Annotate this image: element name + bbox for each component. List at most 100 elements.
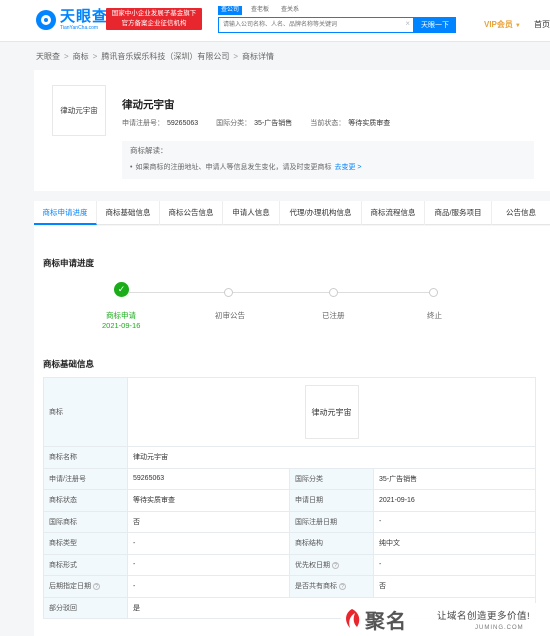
vip-label: VIP会员 [484,20,513,29]
juming-watermark: 聚名 让域名创造更多价值! JUMING.COM [341,603,550,636]
site-logo[interactable]: 天眼查 TianYanCha.com [36,9,108,31]
watermark-url: JUMING.COM [475,625,524,631]
breadcrumb-separator: > [92,52,98,61]
cell-key: 后期指定日期 [49,583,91,591]
tab-basic-info[interactable]: 商标基础信息 [97,201,160,225]
basic-section-title: 商标基础信息 [43,359,95,369]
reg-no-label: 申请注册号： [122,120,164,127]
cell-value: 否 [127,510,290,533]
step-label-prelim: 初审公告 [215,311,245,320]
search-input[interactable] [218,17,414,33]
trademark-image: 律动元宇宙 [304,385,359,439]
search-button[interactable]: 天眼一下 [414,17,456,33]
promo-banner[interactable]: 国家中小企业发展子基金旗下 官方备案企业征信机构 [106,8,202,30]
table-row: 商标名称 律动元宇宙 [43,446,537,469]
home-link[interactable]: 首页 [534,19,550,30]
cell-value: 否 [372,575,537,598]
content-panel: 商标申请进度 ✓ 商标申请 2021-09-16 初审公告 已注册 终止 商标基… [34,226,550,636]
trademark-summary-card: 律动元宇宙 律动元宇宙 申请注册号： 59265063 国际分类： 35-广告销售 … [34,70,550,191]
reg-no-value: 59265063 [167,120,199,127]
cell-key: 商标结构 [289,532,374,555]
cell-value: 35-广告销售 [372,467,537,490]
breadcrumb-current: 商标详情 [242,52,275,61]
explain-text: 如果商标的注册地址、申请人等信息发生变化，请及时变更商标 [135,164,332,171]
caret-down-icon: ▼ [514,23,521,29]
trademark-explain-box: 商标解读： • 如果商标的注册地址、申请人等信息发生变化，请及时变更商标 去变更 > [122,141,534,179]
breadcrumb-separator: > [233,52,239,61]
class-value: 35-广告销售 [254,120,293,127]
progress-node [429,288,438,297]
promo-line-1: 国家中小企业发展子基金旗下 [111,10,197,17]
eye-logo-icon [36,10,56,30]
image-label: 商标 [43,377,128,447]
cell-key: 是否共有商标 [295,583,337,591]
detail-tabs: 商标申请进度 商标基础信息 商标公告信息 申请人信息 代理/办理机构信息 商标流… [34,201,550,225]
change-link[interactable]: 去变更 > [334,164,361,171]
progress-line [338,292,429,293]
table-row: 商标形式 - 优先权日期? - [43,553,537,576]
explain-title: 商标解读： [130,146,168,155]
cell-key: 商标类型 [43,532,128,555]
cell-key: 商标形式 [49,561,77,569]
help-icon[interactable]: ? [332,561,339,569]
cell-value: 2021-09-16 [372,489,537,512]
watermark-logo-text: 聚名 [365,611,407,633]
tab-notice-info[interactable]: 公告信息 [492,201,550,225]
search-tab-boss[interactable]: 查老板 [248,6,272,15]
trademark-meta: 申请注册号： 59265063 国际分类： 35-广告销售 当前状态： 等待实质审查 [122,118,408,128]
cell-key: 国际注册日期 [289,510,374,533]
help-icon[interactable]: ? [339,583,346,591]
trademark-name: 律动元宇宙 [122,99,175,111]
basic-info-table: 商标 律动元宇宙 商标名称 律动元宇宙 申请/注册号 59265063 国际分类… [43,377,537,619]
breadcrumb-trademark[interactable]: 商标 [73,52,89,61]
trademark-image: 律动元宇宙 [52,85,106,136]
cell-value: - [127,532,290,555]
cell-value: - [127,575,290,598]
name-label: 商标名称 [43,446,128,469]
cell-value: - [127,553,290,576]
name-value: 律动元宇宙 [126,446,537,469]
table-row: 后期指定日期? - 是否共有商标? 否 [43,575,537,598]
cell-key: 申请/注册号 [43,467,128,490]
table-row: 商标 律动元宇宙 [43,377,537,447]
breadcrumb-company[interactable]: 腾讯音乐娱乐科技（深圳）有限公司 [101,52,229,61]
cell-key: 申请日期 [289,489,374,512]
logo-domain: TianYanCha.com [60,25,99,31]
step-date-apply: 2021-09-16 [102,321,141,330]
logo-text: 天眼查 [60,8,109,25]
tab-agency-info[interactable]: 代理/办理机构信息 [280,201,362,225]
cell-value: - [372,553,537,576]
application-progress: ✓ 商标申请 2021-09-16 初审公告 已注册 终止 [34,282,550,332]
cell-value: 59265063 [127,467,290,490]
status-label: 当前状态： [310,120,346,127]
table-row: 商标类型 - 商标结构 纯中文 [43,532,537,555]
table-row: 国际商标 否 国际注册日期 - [43,510,537,533]
step-label-registered: 已注册 [322,311,345,320]
cell-key: 国际商标 [43,510,128,533]
juming-logo-icon [346,609,360,628]
search-area: 查公司 查老板 查关系 × 天眼一下 [218,6,456,33]
search-tab-relation[interactable]: 查关系 [278,6,302,15]
search-box: × 天眼一下 [218,17,456,33]
tab-progress[interactable]: 商标申请进度 [34,201,97,225]
cell-value: - [372,510,537,533]
step-label-apply: 商标申请 [106,311,136,320]
search-tab-company[interactable]: 查公司 [218,6,243,15]
breadcrumb-home[interactable]: 天眼查 [36,52,60,61]
check-icon: ✓ [114,282,129,297]
clear-icon[interactable]: × [405,19,410,28]
status-value: 等待实质审查 [348,120,391,127]
table-row: 申请/注册号 59265063 国际分类 35-广告销售 [43,467,537,490]
help-icon[interactable]: ? [93,583,100,591]
cell-key: 商标状态 [43,489,128,512]
tab-applicant-info[interactable]: 申请人信息 [223,201,280,225]
cell-key: 国际分类 [289,467,374,490]
progress-line [129,292,229,293]
progress-node [329,288,338,297]
tab-announcement-info[interactable]: 商标公告信息 [160,201,223,225]
progress-node [224,288,233,297]
vip-menu[interactable]: VIP会员 ▼ [484,19,521,30]
tab-goods-services[interactable]: 商品/服务项目 [425,201,492,225]
tab-process-info[interactable]: 商标流程信息 [362,201,425,225]
breadcrumb-separator: > [64,52,69,61]
